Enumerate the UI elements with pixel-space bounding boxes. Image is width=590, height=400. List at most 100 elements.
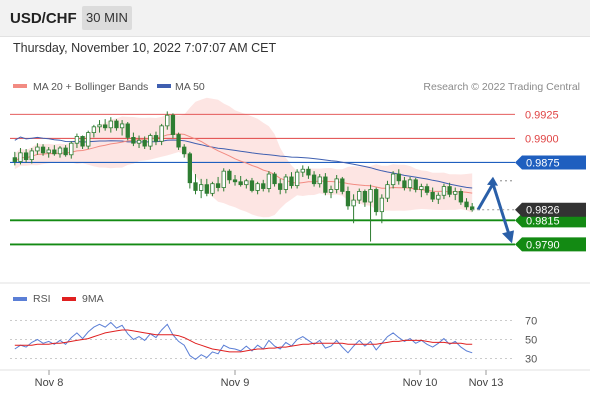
level-label-0.9925: 0.9925 [525, 109, 559, 121]
scenario-arrow-up-head [487, 176, 498, 186]
rsi-ma-legend-label: 9MA [82, 293, 104, 305]
candle-body [328, 189, 334, 193]
candle-body [441, 186, 447, 196]
candle-body [345, 191, 351, 207]
candle-body [119, 123, 125, 129]
candle-body [244, 180, 249, 186]
ma20-legend-swatch [13, 84, 27, 88]
candle-body [255, 183, 260, 191]
rsi-ma-legend-swatch [62, 297, 76, 301]
candle-body [227, 170, 232, 181]
candle-body [63, 147, 68, 156]
candle-body [424, 186, 430, 193]
candle-body [340, 178, 345, 192]
candle-body [18, 152, 23, 162]
candle-body [86, 132, 91, 147]
level-label-0.9815: 0.9815 [526, 215, 560, 227]
candle-body [374, 189, 379, 213]
candle-body [402, 180, 407, 188]
candle-body [80, 136, 85, 147]
bollinger-band-layer [14, 97, 473, 218]
price-chart: MA 20 + Bollinger Bands MA 50 Research ©… [0, 81, 590, 389]
scenario-arrow-path [476, 182, 511, 235]
level-label-0.9875: 0.9875 [526, 157, 560, 169]
candle-body [136, 139, 142, 144]
candle-body [311, 174, 317, 185]
candle-body [390, 173, 396, 186]
last-price-label: 0.9826 [526, 205, 560, 217]
candle-body [215, 183, 221, 188]
candle-body [165, 114, 170, 127]
candle-body [74, 136, 80, 144]
candle-body [210, 183, 215, 194]
candle-body [176, 134, 181, 148]
bollinger-band-fill [14, 97, 473, 218]
candle-body [458, 191, 464, 203]
ma20-legend-label: MA 20 + Bollinger Bands [33, 81, 148, 93]
candle-body [362, 191, 368, 203]
candle-body [306, 168, 311, 176]
time-tick-label: Nov 8 [35, 377, 64, 389]
level-label-0.9790: 0.9790 [526, 239, 560, 251]
candle-body [368, 189, 373, 203]
candle-body [379, 197, 384, 213]
candle-body [23, 152, 29, 160]
candle-body [407, 179, 413, 188]
candle-body [334, 178, 339, 190]
candle-body [266, 173, 272, 189]
rsi-layer: 70 50 30 [10, 316, 537, 366]
candle-body [419, 186, 424, 190]
time-tick-label: Nov 13 [469, 377, 504, 389]
rsi-tick-30: 30 [525, 354, 537, 366]
candle-body [278, 183, 283, 190]
candle-body [232, 179, 238, 183]
candle-body [396, 173, 401, 182]
candle-body [46, 149, 51, 154]
candle-body [108, 120, 113, 129]
candle-body [221, 170, 226, 188]
candle-body [153, 135, 159, 142]
candle-body [148, 135, 153, 147]
candle-body [238, 181, 243, 186]
rsi-legend-label: RSI [33, 293, 51, 305]
candle-body [323, 176, 328, 193]
candle-body [453, 191, 458, 195]
time-tick-label: Nov 10 [403, 377, 438, 389]
candle-body [193, 182, 198, 191]
ma50-legend-swatch [157, 84, 171, 88]
candle-body [40, 146, 46, 154]
candle-body [413, 179, 418, 190]
ma50-legend-label: MA 50 [175, 81, 205, 93]
candle-body [300, 168, 305, 173]
candle-body [385, 184, 390, 199]
candle-body [357, 191, 362, 201]
rsi-legend-swatch [13, 297, 27, 301]
candle-body [204, 184, 209, 194]
level-label-0.9900: 0.9900 [525, 133, 559, 145]
candle-body [351, 199, 356, 207]
candle-body [103, 124, 108, 129]
candle-body [170, 114, 176, 135]
candle-body [272, 173, 277, 185]
time-tick-label: Nov 9 [221, 377, 250, 389]
rsi-tick-70: 70 [525, 316, 537, 328]
candle-body [182, 146, 187, 155]
price-labels-layer: 0.9925 0.9900 0.9875 0.9815 0.9790 0.9826 [472, 109, 586, 252]
candle-body [142, 139, 147, 147]
candle-body [317, 176, 322, 185]
candle-body [199, 184, 204, 191]
candle-body [187, 153, 193, 184]
candle-body [430, 191, 435, 200]
candle-body [283, 176, 288, 190]
candle-body [57, 147, 63, 155]
candle-body [261, 183, 266, 189]
candle-body [249, 180, 255, 191]
candle-body [436, 194, 441, 200]
candle-body [29, 150, 34, 160]
candle-body [131, 137, 136, 144]
time-axis-layer: Nov 8 Nov 9 Nov 10 Nov 13 [35, 370, 504, 389]
scenario-arrow-down-head [502, 230, 514, 244]
candle-body [35, 146, 40, 152]
candle-body [447, 186, 452, 195]
candle-body [52, 149, 57, 155]
